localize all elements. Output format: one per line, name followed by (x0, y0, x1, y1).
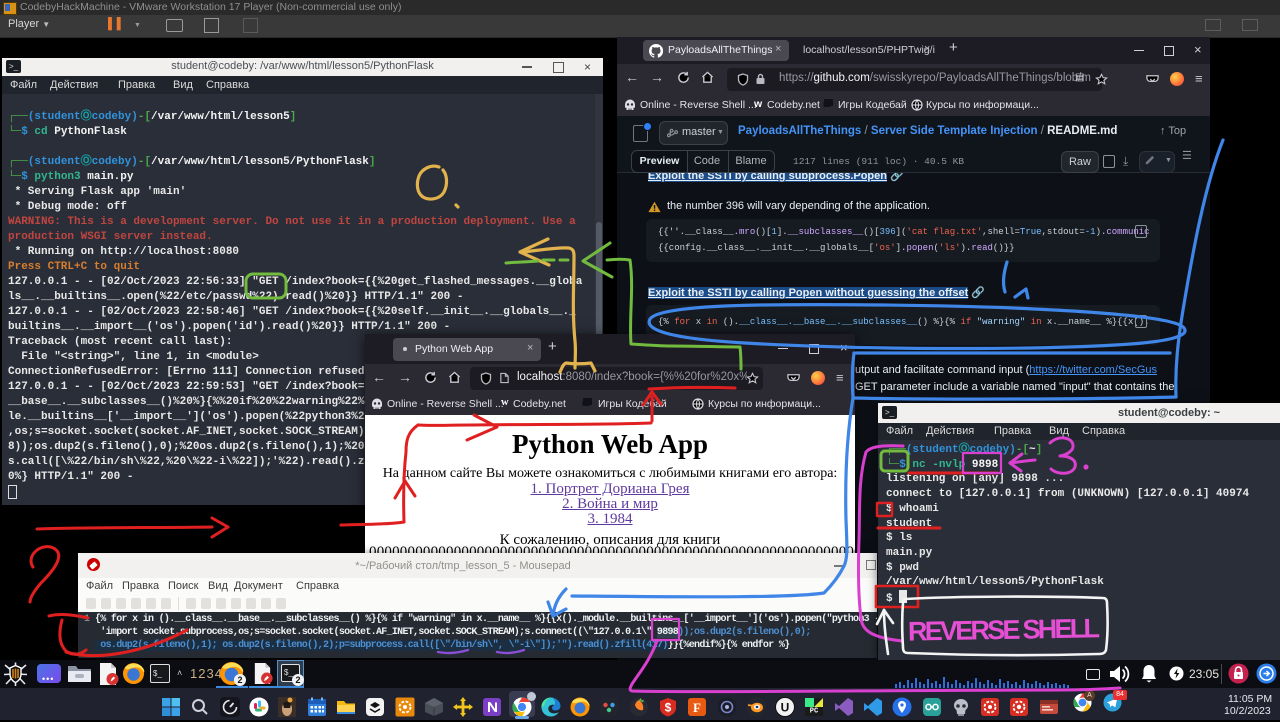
svg-text:REVERSE SHELL: REVERSE SHELL (908, 613, 1100, 646)
